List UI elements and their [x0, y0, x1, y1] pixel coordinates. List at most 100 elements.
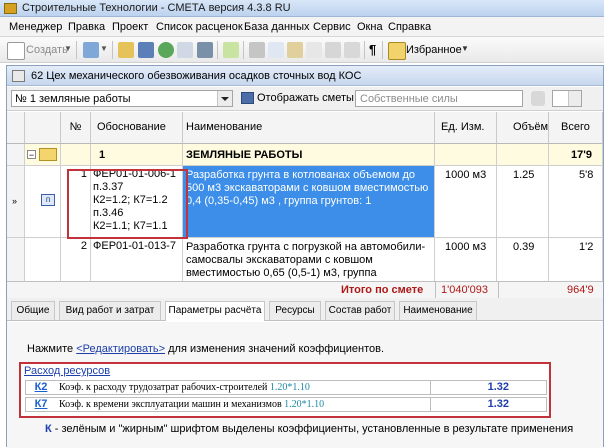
col-name-header[interactable]: Наименование [183, 112, 435, 144]
menu-price-list[interactable]: Список расценок [156, 21, 243, 33]
col-volume-header[interactable]: Объём [497, 112, 549, 144]
tab-work-types[interactable]: Вид работ и затрат [59, 301, 161, 320]
menu-edit[interactable]: Правка [68, 21, 105, 33]
edit-hint: Нажмите <Редактировать> для изменения зн… [27, 343, 384, 355]
create-button[interactable]: Создать [26, 44, 68, 56]
mode-select[interactable] [552, 90, 582, 107]
menu-help[interactable]: Справка [388, 21, 431, 33]
favorites-dropdown-icon[interactable]: ▼ [461, 44, 469, 53]
coef-code[interactable]: К7 [26, 398, 56, 411]
section-tree-cell[interactable]: − [25, 144, 61, 166]
app-icon [4, 3, 17, 14]
document-icon [12, 70, 25, 82]
menu-windows[interactable]: Окна [357, 21, 383, 33]
calc-params-panel: Нажмите <Редактировать> для изменения зн… [7, 322, 603, 448]
settings-icon[interactable] [531, 91, 545, 106]
coef-row-k7[interactable]: К7 Коэф. к времени эксплуатации машин и … [25, 397, 547, 412]
sort-icon[interactable] [344, 42, 360, 58]
favorites-button[interactable]: Избранное [406, 44, 462, 56]
row-volume[interactable]: 1.25 [497, 166, 549, 238]
row-volume[interactable]: 0.39 [497, 238, 549, 282]
totals-row: Итого по смете 1'040'093 964'9 [7, 281, 603, 298]
row-unit: 1000 м3 [435, 238, 497, 282]
menu-project[interactable]: Проект [112, 21, 148, 33]
paragraph-icon[interactable]: ¶ [369, 42, 376, 57]
hint-text: Нажмите [27, 343, 77, 355]
col-basis-header[interactable]: Обоснование [91, 112, 183, 144]
own-forces-placeholder: Собственные силы [360, 93, 458, 105]
delete-icon[interactable] [306, 42, 322, 58]
tab-general[interactable]: Общие [11, 301, 55, 320]
col-total-header[interactable]: Всего [549, 112, 603, 144]
new-document-icon [7, 42, 25, 60]
hint-text-end: для изменения значений коэффициентов. [165, 343, 385, 355]
cut-icon[interactable] [249, 42, 265, 58]
price-item-icon: п [41, 194, 55, 206]
row-total: 5'8 [549, 166, 603, 238]
title-bar: Строительные Технологии - СМЕТА версия 4… [0, 0, 604, 17]
legend-k: К [45, 423, 52, 435]
row-total: 1'2 [549, 238, 603, 282]
resources-coef-box: Расход ресурсов К2 Коэф. к расходу трудо… [19, 362, 551, 418]
own-forces-input[interactable]: Собственные силы [355, 90, 523, 107]
toolbar: Создать ▼ ▼ ¶ Избранное ▼ [0, 37, 604, 63]
window-icon[interactable] [83, 42, 99, 58]
tree-header [25, 112, 61, 144]
find-icon[interactable] [325, 42, 341, 58]
create-dropdown-icon[interactable]: ▼ [64, 44, 72, 53]
totals-label: Итого по смете [341, 284, 424, 296]
row-number: 2 [61, 238, 91, 282]
folder-icon [39, 148, 57, 161]
menu-manager[interactable]: Менеджер [9, 21, 62, 33]
estimate-grid: № Обоснование Наименование Ед. Изм. Объё… [7, 112, 603, 296]
coef-legend: К - зелёным и "жирным" шрифтом выделены … [45, 423, 573, 435]
row-name[interactable]: Разработка грунта с погрузкой на автомоб… [183, 238, 435, 282]
estimates-grid-icon [241, 92, 254, 104]
row-indicator-header [7, 112, 25, 144]
basis-highlight-box [67, 169, 188, 239]
coef-code[interactable]: К2 [26, 381, 56, 394]
row-indicator[interactable] [7, 238, 25, 282]
paste-icon[interactable] [287, 42, 303, 58]
show-estimates-button[interactable]: Отображать сметы [239, 90, 354, 107]
menu-database[interactable]: База данных [244, 21, 310, 33]
section-select-value: № 1 земляные работы [15, 93, 131, 105]
open-folder-icon[interactable] [118, 42, 134, 58]
totals-sum: 1'040'093 [441, 284, 489, 296]
refresh-icon[interactable] [158, 42, 174, 58]
copy-icon[interactable] [268, 42, 284, 58]
section-total: 17'9 [549, 144, 603, 166]
section-select[interactable]: № 1 земляные работы [11, 90, 233, 107]
print-preview-icon[interactable] [177, 42, 193, 58]
tab-resources[interactable]: Ресурсы [269, 301, 321, 320]
section-number: 1 [91, 144, 183, 166]
edit-link[interactable]: <Редактировать> [76, 343, 165, 355]
app-title: Строительные Технологии - СМЕТА версия 4… [22, 2, 291, 14]
legend-text: - зелёным и "жирным" шрифтом выделены ко… [51, 423, 574, 435]
row-indicator[interactable]: » [7, 166, 25, 238]
row-basis[interactable]: ФЕР01-01-013-7 [91, 238, 183, 282]
row-unit: 1000 м3 [435, 166, 497, 238]
mode-chevron-down-icon[interactable] [568, 91, 581, 106]
export-icon[interactable] [223, 42, 239, 58]
document-title-bar: 62 Цех механического обезвоживания осадк… [7, 66, 603, 86]
menu-service[interactable]: Сервис [313, 21, 351, 33]
section-name: ЗЕМЛЯНЫЕ РАБОТЫ [183, 144, 435, 166]
filter-row: № 1 земляные работы Отображать сметы Соб… [7, 87, 603, 111]
tab-name[interactable]: Наименование [399, 301, 477, 320]
coef-desc: Коэф. к расходу трудозатрат рабочих-стро… [59, 382, 310, 393]
print-icon[interactable] [197, 42, 213, 58]
window-dropdown-icon[interactable]: ▼ [100, 44, 108, 53]
col-unit-header[interactable]: Ед. Изм. [435, 112, 497, 144]
chevron-down-icon[interactable] [217, 91, 232, 106]
collapse-icon[interactable]: − [27, 150, 36, 160]
detail-tabs: Общие Вид работ и затрат Параметры расчё… [7, 298, 603, 321]
save-icon[interactable] [138, 42, 154, 58]
row-type-cell: п [25, 166, 61, 238]
tab-calc-params[interactable]: Параметры расчёта [165, 301, 265, 321]
tab-work-composition[interactable]: Состав работ [325, 301, 395, 320]
col-num-header[interactable]: № [61, 112, 91, 144]
row-name-selected[interactable]: Разработка грунта в котлованах объемом д… [183, 166, 435, 238]
show-estimates-label: Отображать сметы [257, 92, 354, 104]
coef-row-k2[interactable]: К2 Коэф. к расходу трудозатрат рабочих-с… [25, 380, 547, 395]
